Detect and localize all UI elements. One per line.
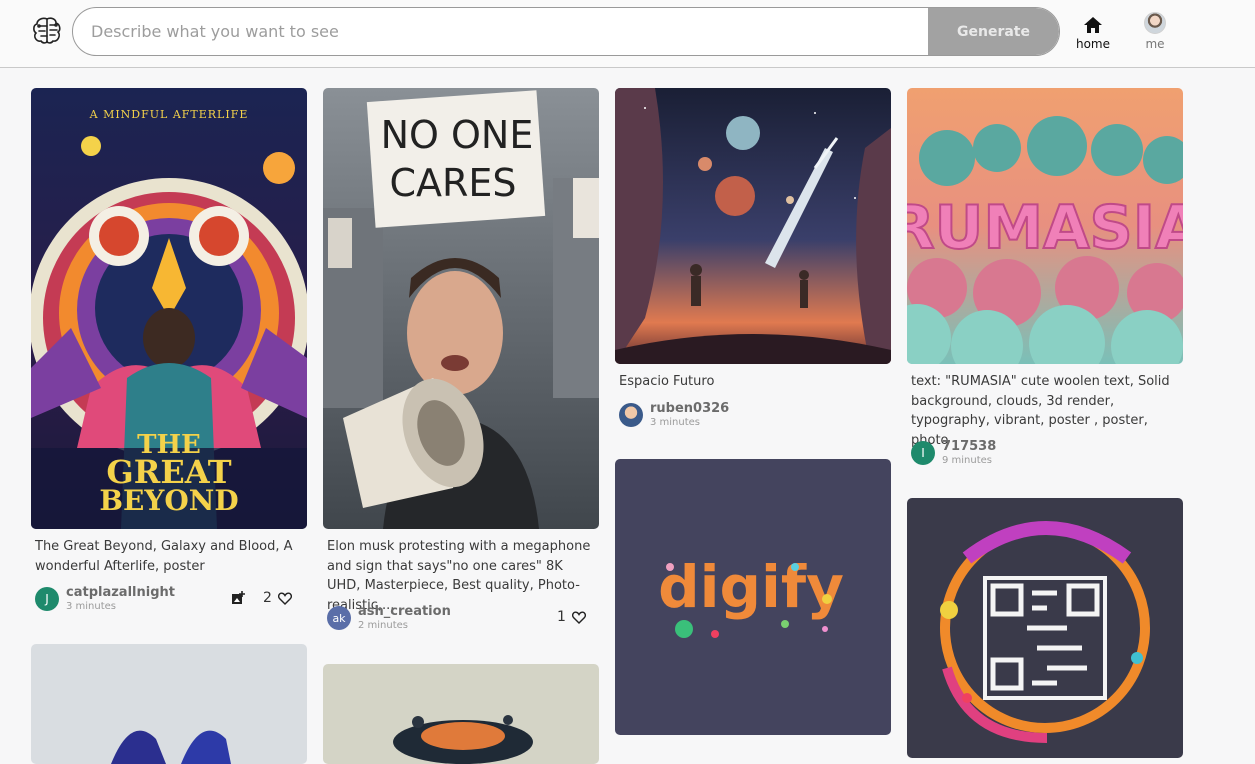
card-actions: 2 xyxy=(231,590,292,606)
generate-button[interactable]: Generate xyxy=(928,8,1059,55)
top-bar: Generate home me xyxy=(0,0,1255,68)
heart-icon[interactable] xyxy=(571,610,586,624)
user-avatar xyxy=(619,403,643,427)
card-user[interactable]: ruben0326 3 minutes xyxy=(619,401,799,429)
nav-home[interactable]: home xyxy=(1068,12,1118,51)
prompt-input[interactable] xyxy=(73,8,929,55)
heart-icon[interactable] xyxy=(277,591,292,605)
post-time: 2 minutes xyxy=(358,620,409,631)
nav-me-label: me xyxy=(1145,37,1165,51)
post-time: 3 minutes xyxy=(66,601,117,612)
card-user[interactable]: J catplazallnight 3 minutes xyxy=(35,585,215,613)
user-avatar: ak xyxy=(327,606,351,630)
post-time: 9 minutes xyxy=(942,455,993,466)
card-caption: Espacio Futuro xyxy=(619,374,715,389)
card-user[interactable]: I 717538 9 minutes xyxy=(911,439,1091,467)
prompt-search-bar: Generate xyxy=(72,7,1060,56)
add-image-icon[interactable] xyxy=(231,591,245,605)
card-image-island[interactable] xyxy=(323,664,599,764)
card-user[interactable]: ak ash_creation 2 minutes xyxy=(327,604,507,632)
post-time: 3 minutes xyxy=(650,417,701,428)
like-count: 2 xyxy=(263,590,272,606)
nav-home-label: home xyxy=(1075,37,1111,51)
svg-text:BEYOND: BEYOND xyxy=(99,484,238,517)
card-image-blue[interactable] xyxy=(31,644,307,764)
card-image-megaphone[interactable]: NO ONE CARES xyxy=(323,88,599,529)
svg-text:A MINDFUL AFTERLIFE: A MINDFUL AFTERLIFE xyxy=(89,108,249,121)
nav-me[interactable]: me xyxy=(1130,12,1180,51)
card-image-rumasia[interactable]: RUMASIA xyxy=(907,88,1183,364)
rumasia-text: RUMASIA xyxy=(907,193,1183,263)
card-caption: The Great Beyond, Galaxy and Blood, A wo… xyxy=(35,539,293,574)
username: ash_creation xyxy=(358,604,451,619)
like-count: 1 xyxy=(557,609,566,625)
username: 717538 xyxy=(942,439,997,454)
card-image-great-beyond[interactable]: A MINDFUL AFTERLIFE THE GREAT BEYOND xyxy=(31,88,307,529)
username: catplazallnight xyxy=(66,585,175,600)
user-avatar: I xyxy=(911,441,935,465)
user-avatar: J xyxy=(35,587,59,611)
brain-logo-icon[interactable] xyxy=(30,14,64,48)
card-actions: 1 xyxy=(557,609,586,625)
card-image-qr-splash[interactable] xyxy=(907,498,1183,758)
sign-text-2: CARES xyxy=(389,161,516,205)
card-image-digify[interactable]: digify xyxy=(615,459,891,735)
home-icon xyxy=(1084,17,1102,33)
digify-logo-text: digify xyxy=(658,553,844,621)
card-image-espacio-futuro[interactable] xyxy=(615,88,891,364)
user-avatar xyxy=(1144,12,1166,34)
username: ruben0326 xyxy=(650,401,730,416)
sign-text-1: NO ONE xyxy=(381,113,534,157)
